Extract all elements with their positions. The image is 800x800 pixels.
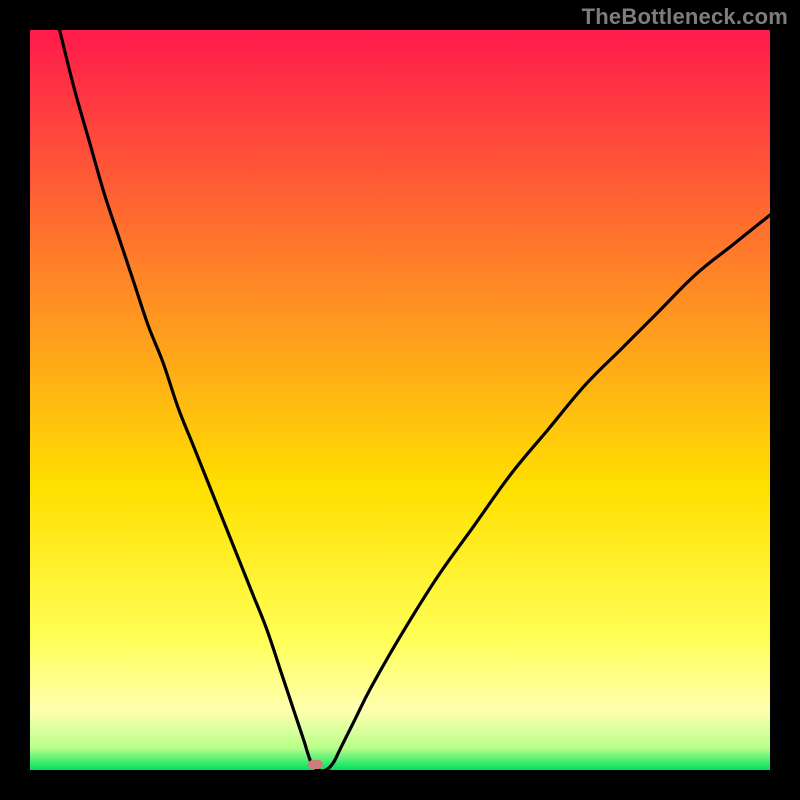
chart-frame: TheBottleneck.com [0, 0, 800, 800]
heat-gradient-rect [30, 30, 770, 770]
plot-area [30, 30, 770, 770]
plot-svg [30, 30, 770, 770]
watermark-text: TheBottleneck.com [582, 4, 788, 30]
optimal-point-marker [308, 760, 323, 769]
